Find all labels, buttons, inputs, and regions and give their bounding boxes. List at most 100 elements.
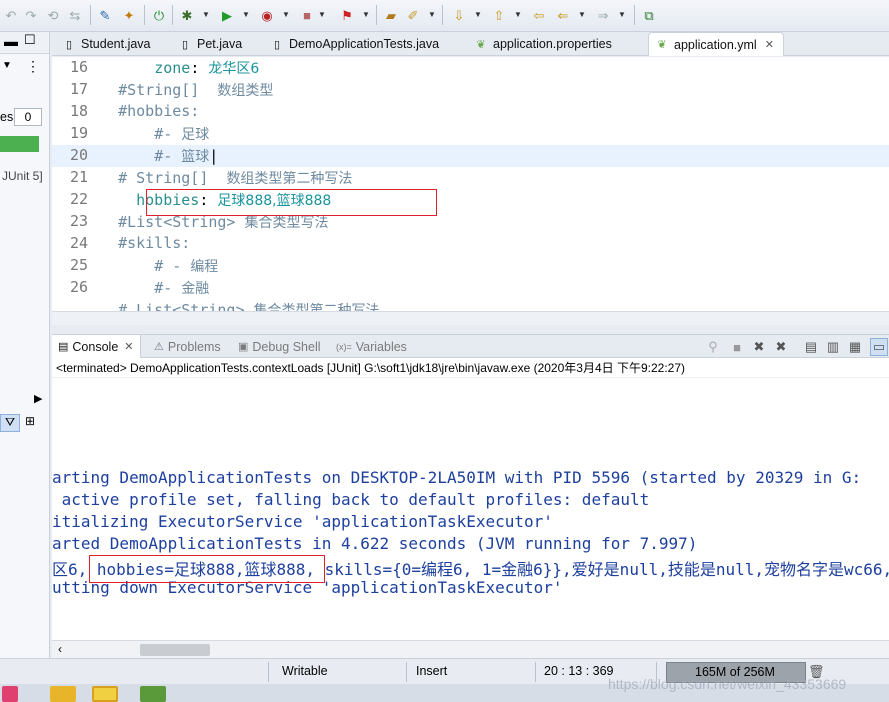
tab-pet-java[interactable]: ▯ Pet.java bbox=[172, 32, 242, 56]
taskbar-app-icon[interactable] bbox=[2, 686, 18, 702]
open-folder-icon[interactable]: ▰ bbox=[382, 6, 400, 24]
external-tools-icon[interactable]: ⚑ bbox=[338, 6, 356, 24]
search-icon[interactable]: ✎ bbox=[96, 6, 114, 24]
code-token: 集合类型写法 bbox=[244, 215, 329, 231]
redo-icon[interactable]: ↷ bbox=[22, 6, 40, 24]
chevron-down-icon[interactable]: ▼ bbox=[202, 10, 210, 19]
run-icon[interactable]: ▶ bbox=[218, 6, 236, 24]
chevron-down-icon[interactable]: ▼ bbox=[428, 10, 436, 19]
stop-icon[interactable]: ■ bbox=[298, 6, 316, 24]
line-number: 24 bbox=[69, 234, 88, 252]
code-token: : bbox=[190, 59, 209, 77]
yaml-editor[interactable]: 16 zone: 龙华区6 17 #String[] 数组类型 18 #hobbie… bbox=[52, 57, 889, 311]
remove-all-icon[interactable]: ✖ bbox=[772, 338, 790, 356]
code-token: #hobbies: bbox=[118, 102, 200, 120]
chevron-down-icon[interactable]: ▼ bbox=[474, 10, 482, 19]
console-output[interactable]: arting DemoApplicationTests on DESKTOP-2… bbox=[52, 378, 889, 640]
code-text: #- 篮球| bbox=[100, 146, 218, 166]
tab-problems[interactable]: ⚠ Problems bbox=[154, 335, 221, 358]
minimize-icon[interactable]: ▬ bbox=[4, 33, 18, 49]
editor-line[interactable]: 18 #hobbies: bbox=[52, 101, 889, 123]
editor-line[interactable]: 19 #- 足球 bbox=[52, 123, 889, 145]
chevron-down-icon[interactable]: ▼ bbox=[242, 10, 250, 19]
wand-icon[interactable]: ✦ bbox=[120, 6, 138, 24]
chevron-down-icon[interactable]: ▼ bbox=[362, 10, 370, 19]
last-edit-icon[interactable]: ⇦ bbox=[530, 6, 548, 24]
editor-line[interactable]: 16 zone: 龙华区6 bbox=[52, 57, 889, 79]
coverage-icon[interactable]: ◉ bbox=[258, 6, 276, 24]
code-token: #- bbox=[154, 125, 182, 143]
highlight-box-console bbox=[89, 555, 325, 583]
filter-icon[interactable]: ⛛ bbox=[0, 414, 20, 432]
console-tab-bar: ▤ Console ✕ ⚠ Problems ▣ Debug Shell (x)= Va… bbox=[52, 334, 889, 358]
tab-student-java[interactable]: ▯ Student.java bbox=[56, 32, 151, 56]
console-horizontal-scrollbar[interactable]: ‹ bbox=[52, 640, 889, 658]
chevron-down-icon[interactable]: ▼ bbox=[618, 10, 626, 19]
chevron-right-icon[interactable]: ▶ bbox=[34, 392, 42, 405]
code-token: #String[] bbox=[118, 81, 218, 99]
tab-debug-shell[interactable]: ▣ Debug Shell bbox=[238, 335, 321, 358]
clear-console-icon[interactable]: ▤ bbox=[802, 338, 820, 356]
scrollbar-thumb[interactable] bbox=[140, 644, 210, 656]
scroll-lock-icon[interactable]: ▥ bbox=[824, 338, 842, 356]
undo-icon[interactable]: ↶ bbox=[2, 6, 20, 24]
tab-console[interactable]: ▤ Console ✕ bbox=[52, 335, 141, 358]
leaf-icon: ❦ bbox=[657, 39, 667, 51]
close-icon[interactable]: ✕ bbox=[765, 38, 774, 51]
chevron-down-icon[interactable]: ▼ bbox=[2, 60, 12, 71]
line-number: 25 bbox=[69, 256, 88, 274]
code-token: 数组类型 bbox=[217, 83, 274, 99]
remove-launch-icon[interactable]: ✖ bbox=[750, 338, 768, 356]
chevron-down-icon[interactable]: ▼ bbox=[514, 10, 522, 19]
editor-tab-bar: ▯ Student.java ▯ Pet.java ▯ DemoApplication… bbox=[52, 32, 889, 56]
editor-line[interactable]: 24 #skills: bbox=[52, 233, 889, 255]
folder-icon[interactable] bbox=[50, 686, 76, 702]
line-number: 20 bbox=[69, 146, 88, 164]
tab-variables[interactable]: (x)= Variables bbox=[336, 335, 407, 358]
notes-icon[interactable] bbox=[92, 686, 118, 702]
next-annotation-icon[interactable]: ⇩ bbox=[450, 6, 468, 24]
editor-line[interactable]: 26 #- 金融 bbox=[52, 277, 889, 299]
forward-icon[interactable]: ⇒ bbox=[594, 6, 612, 24]
tab-application-properties[interactable]: ❦ application.properties bbox=[468, 32, 611, 56]
code-token: 足球 bbox=[181, 127, 210, 143]
chevron-down-icon[interactable]: ▼ bbox=[318, 10, 326, 19]
editor-line[interactable]: # List<String> 集合类型第二种写法 bbox=[52, 299, 889, 311]
code-text: #- 金融 bbox=[100, 278, 209, 298]
tab-application-yml[interactable]: ❦ application.yml ✕ bbox=[648, 32, 784, 56]
console-line: arted DemoApplicationTests in 4.622 seco… bbox=[52, 534, 698, 553]
editor-line[interactable]: 20 #- 篮球| bbox=[52, 145, 889, 167]
code-token: #- bbox=[154, 279, 182, 297]
sync-icon[interactable]: ⇆ bbox=[66, 6, 84, 24]
pencil-icon[interactable]: ✐ bbox=[404, 6, 422, 24]
console-line: active profile set, falling back to defa… bbox=[52, 490, 650, 509]
chevron-down-icon[interactable]: ▼ bbox=[282, 10, 290, 19]
maximize-icon[interactable]: ☐ bbox=[24, 32, 36, 48]
debug-run-icon[interactable]: ⏻ bbox=[150, 6, 168, 24]
layout-icon[interactable]: ⊞ bbox=[25, 414, 35, 428]
editor-horizontal-scrollbar[interactable] bbox=[52, 311, 889, 325]
terminate-icon[interactable]: ■ bbox=[728, 338, 746, 356]
editor-line[interactable]: 17 #String[] 数组类型 bbox=[52, 79, 889, 101]
display-console-icon[interactable]: ▭ bbox=[870, 338, 888, 356]
code-token: zone bbox=[154, 59, 191, 77]
word-wrap-icon[interactable]: ▦ bbox=[846, 338, 864, 356]
new-window-icon[interactable]: ⧉ bbox=[640, 6, 658, 24]
code-token: # - bbox=[154, 257, 191, 275]
chevron-down-icon[interactable]: ▼ bbox=[578, 10, 586, 19]
pin-icon[interactable]: ⚲ bbox=[704, 338, 722, 356]
debug-bug-icon[interactable]: ✱ bbox=[178, 6, 196, 24]
tab-demoapplicationtests-java[interactable]: ▯ DemoApplicationTests.java bbox=[264, 32, 439, 56]
back-icon[interactable]: ⇐ bbox=[554, 6, 572, 24]
editor-line[interactable]: 21 # String[] 数组类型第二种写法 bbox=[52, 167, 889, 189]
close-icon[interactable]: ✕ bbox=[124, 340, 133, 353]
code-token: 编程 bbox=[190, 259, 219, 275]
editor-line[interactable]: 25 # - 编程 bbox=[52, 255, 889, 277]
chevron-left-icon[interactable]: ‹ bbox=[58, 642, 62, 656]
prev-annotation-icon[interactable]: ⇧ bbox=[490, 6, 508, 24]
view-menu-icon[interactable]: ⋮ bbox=[26, 58, 40, 75]
app-icon[interactable] bbox=[140, 686, 166, 702]
watermark-text: https://blog.csdn.net/weixin_43353669 bbox=[608, 676, 847, 692]
refresh-icon[interactable]: ⟲ bbox=[44, 6, 62, 24]
